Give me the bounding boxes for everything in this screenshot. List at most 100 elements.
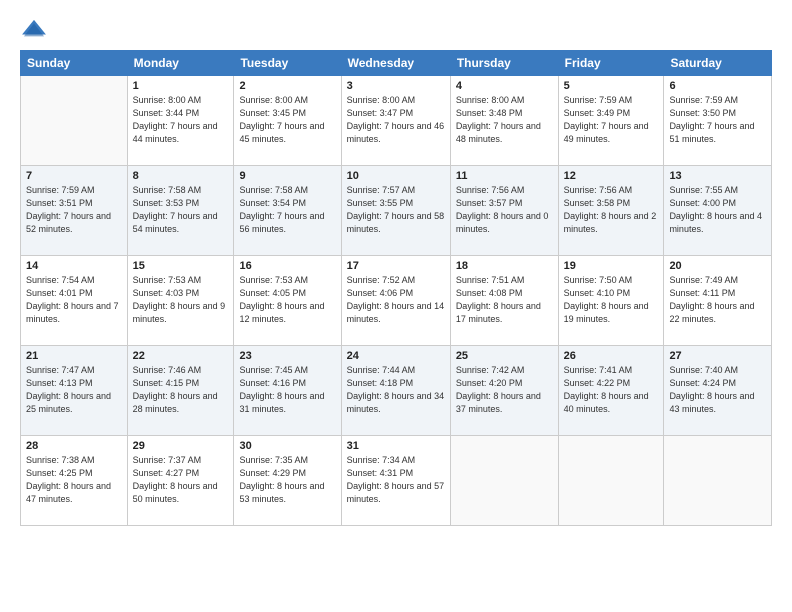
day-number: 6	[669, 80, 766, 92]
day-number: 18	[456, 260, 553, 272]
day-detail: Sunrise: 7:52 AMSunset: 4:06 PMDaylight:…	[347, 274, 445, 326]
calendar-cell: 6 Sunrise: 7:59 AMSunset: 3:50 PMDaylight…	[664, 76, 772, 166]
day-number: 31	[347, 440, 445, 452]
day-detail: Sunrise: 7:51 AMSunset: 4:08 PMDaylight:…	[456, 274, 553, 326]
logo	[20, 18, 52, 40]
day-detail: Sunrise: 7:58 AMSunset: 3:54 PMDaylight:…	[239, 184, 335, 236]
day-header-sunday: Sunday	[21, 51, 128, 76]
header	[20, 18, 772, 40]
calendar-cell: 10 Sunrise: 7:57 AMSunset: 3:55 PMDayligh…	[341, 166, 450, 256]
day-detail: Sunrise: 8:00 AMSunset: 3:48 PMDaylight:…	[456, 94, 553, 146]
day-number: 27	[669, 350, 766, 362]
day-detail: Sunrise: 7:56 AMSunset: 3:57 PMDaylight:…	[456, 184, 553, 236]
day-detail: Sunrise: 7:55 AMSunset: 4:00 PMDaylight:…	[669, 184, 766, 236]
day-number: 28	[26, 440, 122, 452]
day-detail: Sunrise: 7:40 AMSunset: 4:24 PMDaylight:…	[669, 364, 766, 416]
day-number: 4	[456, 80, 553, 92]
day-header-thursday: Thursday	[450, 51, 558, 76]
calendar-cell: 22Sunrise: 7:46 AMSunset: 4:15 PMDayligh…	[127, 346, 234, 436]
day-number: 26	[564, 350, 659, 362]
day-header-monday: Monday	[127, 51, 234, 76]
day-detail: Sunrise: 7:57 AMSunset: 3:55 PMDaylight:…	[347, 184, 445, 236]
day-number: 24	[347, 350, 445, 362]
day-detail: Sunrise: 7:58 AMSunset: 3:53 PMDaylight:…	[133, 184, 229, 236]
day-number: 2	[239, 80, 335, 92]
calendar-cell: 12 Sunrise: 7:56 AMSunset: 3:58 PMDayligh…	[558, 166, 664, 256]
day-number: 16	[239, 260, 335, 272]
day-header-saturday: Saturday	[664, 51, 772, 76]
day-number: 7	[26, 170, 122, 182]
calendar-cell: 19 Sunrise: 7:50 AMSunset: 4:10 PMDayligh…	[558, 256, 664, 346]
day-detail: Sunrise: 7:42 AMSunset: 4:20 PMDaylight:…	[456, 364, 553, 416]
calendar-cell: 30 Sunrise: 7:35 AMSunset: 4:29 PMDayligh…	[234, 436, 341, 526]
day-number: 1	[133, 80, 229, 92]
day-header-wednesday: Wednesday	[341, 51, 450, 76]
day-number: 17	[347, 260, 445, 272]
day-detail: Sunrise: 7:41 AMSunset: 4:22 PMDaylight:…	[564, 364, 659, 416]
calendar-cell: 8Sunrise: 7:58 AMSunset: 3:53 PMDaylight…	[127, 166, 234, 256]
day-number: 21	[26, 350, 122, 362]
calendar-cell: 14 Sunrise: 7:54 AMSunset: 4:01 PMDayligh…	[21, 256, 128, 346]
day-detail: Sunrise: 7:56 AMSunset: 3:58 PMDaylight:…	[564, 184, 659, 236]
calendar-cell: 7 Sunrise: 7:59 AMSunset: 3:51 PMDaylight…	[21, 166, 128, 256]
day-detail: Sunrise: 7:59 AMSunset: 3:51 PMDaylight:…	[26, 184, 122, 236]
calendar-cell: 2 Sunrise: 8:00 AMSunset: 3:45 PMDaylight…	[234, 76, 341, 166]
calendar-cell	[664, 436, 772, 526]
day-detail: Sunrise: 8:00 AMSunset: 3:44 PMDaylight:…	[133, 94, 229, 146]
day-detail: Sunrise: 7:35 AMSunset: 4:29 PMDaylight:…	[239, 454, 335, 506]
day-number: 11	[456, 170, 553, 182]
day-number: 30	[239, 440, 335, 452]
day-detail: Sunrise: 7:59 AMSunset: 3:50 PMDaylight:…	[669, 94, 766, 146]
calendar-cell	[21, 76, 128, 166]
calendar-cell	[450, 436, 558, 526]
calendar-cell: 18 Sunrise: 7:51 AMSunset: 4:08 PMDayligh…	[450, 256, 558, 346]
calendar-cell: 15 Sunrise: 7:53 AMSunset: 4:03 PMDayligh…	[127, 256, 234, 346]
day-detail: Sunrise: 7:38 AMSunset: 4:25 PMDaylight:…	[26, 454, 122, 506]
calendar-cell: 29Sunrise: 7:37 AMSunset: 4:27 PMDayligh…	[127, 436, 234, 526]
day-number: 14	[26, 260, 122, 272]
day-detail: Sunrise: 7:34 AMSunset: 4:31 PMDaylight:…	[347, 454, 445, 506]
day-detail: Sunrise: 7:54 AMSunset: 4:01 PMDaylight:…	[26, 274, 122, 326]
page: SundayMondayTuesdayWednesdayThursdayFrid…	[0, 0, 792, 612]
calendar-cell: 26 Sunrise: 7:41 AMSunset: 4:22 PMDayligh…	[558, 346, 664, 436]
calendar-table: SundayMondayTuesdayWednesdayThursdayFrid…	[20, 50, 772, 526]
day-detail: Sunrise: 7:37 AMSunset: 4:27 PMDaylight:…	[133, 454, 229, 506]
calendar-cell: 3 Sunrise: 8:00 AMSunset: 3:47 PMDaylight…	[341, 76, 450, 166]
day-number: 19	[564, 260, 659, 272]
day-detail: Sunrise: 7:59 AMSunset: 3:49 PMDaylight:…	[564, 94, 659, 146]
calendar-cell: 5 Sunrise: 7:59 AMSunset: 3:49 PMDaylight…	[558, 76, 664, 166]
calendar-week-2: 7 Sunrise: 7:59 AMSunset: 3:51 PMDaylight…	[21, 166, 772, 256]
day-number: 5	[564, 80, 659, 92]
day-detail: Sunrise: 7:44 AMSunset: 4:18 PMDaylight:…	[347, 364, 445, 416]
day-number: 10	[347, 170, 445, 182]
day-number: 15	[133, 260, 229, 272]
day-detail: Sunrise: 7:45 AMSunset: 4:16 PMDaylight:…	[239, 364, 335, 416]
calendar-cell: 24 Sunrise: 7:44 AMSunset: 4:18 PMDayligh…	[341, 346, 450, 436]
day-header-tuesday: Tuesday	[234, 51, 341, 76]
day-number: 22	[133, 350, 229, 362]
calendar-header-row: SundayMondayTuesdayWednesdayThursdayFrid…	[21, 51, 772, 76]
day-detail: Sunrise: 7:53 AMSunset: 4:05 PMDaylight:…	[239, 274, 335, 326]
day-number: 9	[239, 170, 335, 182]
calendar-week-3: 14 Sunrise: 7:54 AMSunset: 4:01 PMDayligh…	[21, 256, 772, 346]
day-number: 13	[669, 170, 766, 182]
day-detail: Sunrise: 8:00 AMSunset: 3:47 PMDaylight:…	[347, 94, 445, 146]
day-number: 20	[669, 260, 766, 272]
day-detail: Sunrise: 7:49 AMSunset: 4:11 PMDaylight:…	[669, 274, 766, 326]
day-header-friday: Friday	[558, 51, 664, 76]
day-detail: Sunrise: 7:53 AMSunset: 4:03 PMDaylight:…	[133, 274, 229, 326]
calendar-cell: 20 Sunrise: 7:49 AMSunset: 4:11 PMDayligh…	[664, 256, 772, 346]
calendar-cell: 9 Sunrise: 7:58 AMSunset: 3:54 PMDaylight…	[234, 166, 341, 256]
calendar-cell: 1 Sunrise: 8:00 AMSunset: 3:44 PMDaylight…	[127, 76, 234, 166]
calendar-cell: 31 Sunrise: 7:34 AMSunset: 4:31 PMDayligh…	[341, 436, 450, 526]
calendar-cell: 25Sunrise: 7:42 AMSunset: 4:20 PMDayligh…	[450, 346, 558, 436]
calendar-week-5: 28 Sunrise: 7:38 AMSunset: 4:25 PMDayligh…	[21, 436, 772, 526]
day-detail: Sunrise: 7:47 AMSunset: 4:13 PMDaylight:…	[26, 364, 122, 416]
calendar-cell: 27 Sunrise: 7:40 AMSunset: 4:24 PMDayligh…	[664, 346, 772, 436]
calendar-week-1: 1 Sunrise: 8:00 AMSunset: 3:44 PMDaylight…	[21, 76, 772, 166]
day-number: 12	[564, 170, 659, 182]
day-detail: Sunrise: 8:00 AMSunset: 3:45 PMDaylight:…	[239, 94, 335, 146]
day-number: 3	[347, 80, 445, 92]
calendar-cell: 4 Sunrise: 8:00 AMSunset: 3:48 PMDaylight…	[450, 76, 558, 166]
day-detail: Sunrise: 7:50 AMSunset: 4:10 PMDaylight:…	[564, 274, 659, 326]
